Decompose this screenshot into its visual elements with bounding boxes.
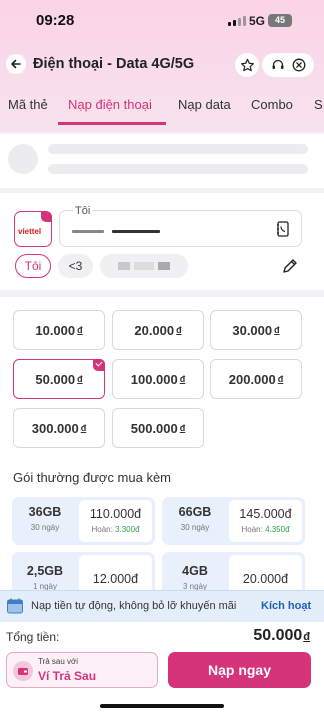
tab-ma-the[interactable]: Mã thẻ [8,97,48,112]
viettel-logo[interactable]: viettel [14,211,52,247]
chip-masked[interactable] [100,254,188,278]
tab-combo[interactable]: Combo [251,97,293,112]
masked-number [72,230,104,233]
phone-number-input[interactable] [59,210,302,247]
amount-option[interactable]: 500.000 đ [112,408,204,448]
wallet-icon [13,661,33,681]
amount-value: 100.000 [130,371,178,387]
amount-value: 300.000 [31,420,79,436]
amount-value: 200.000 [228,371,276,387]
calendar-icon [7,598,23,614]
battery-icon: 45 [268,14,292,27]
amount-option[interactable]: 30.000 đ [210,310,302,350]
package-data: 2,5GB [26,564,64,578]
home-indicator [100,704,224,708]
recharge-now-button[interactable]: Nạp ngay [168,652,311,688]
amount-value: 10.000 [35,322,76,338]
package-price-box: 145.000đ Hoàn: 4.350đ [229,500,302,542]
skeleton-avatar [8,144,38,174]
package-price: 145.000đ [239,507,292,521]
package-card[interactable]: 36GB 30 ngày 110.000đ Hoàn: 3.300đ [12,497,155,545]
currency-unit: đ [77,325,83,335]
edit-icon[interactable] [281,257,299,275]
currency-unit: đ [77,374,83,384]
package-data: 36GB [28,505,62,519]
check-icon [41,211,52,222]
amount-option-selected[interactable]: 50.000 đ [13,359,105,399]
signal-icon [228,16,246,26]
amount-value: 20.000 [134,322,175,338]
package-card[interactable]: 2,5GB 1 ngày 12.000đ [12,552,155,590]
chip-self[interactable]: Tôi [15,254,51,278]
skeleton-line [48,144,308,154]
chip-other[interactable]: <3 [58,254,93,278]
wallet-caption: Trả sau với [38,657,79,666]
package-data: 66GB [178,505,212,519]
package-price: 20.000đ [242,572,289,586]
loading-card [0,134,324,188]
promo-text: Nạp tiền tự động, không bỏ lỡ khuyến mãi [31,600,237,612]
package-days: 1 ngày [32,582,58,590]
package-cashback: Hoàn: 4.350đ [241,525,290,534]
package-data: 4GB [182,564,208,578]
package-price-box: 110.000đ Hoàn: 3.300đ [79,500,152,542]
total-value: 50.000đ [253,627,310,644]
tab-bar: Mã thẻ Nạp điện thoại Nạp data Combo S [0,86,324,126]
status-time: 09:28 [36,12,75,29]
package-days: 3 ngày [182,582,208,590]
promo-banner: Nạp tiền tự động, không bỏ lỡ khuyến mãi… [0,590,324,622]
package-card[interactable]: 4GB 3 ngày 20.000đ [162,552,305,590]
amount-value: 50.000 [35,371,76,387]
amount-value: 500.000 [130,420,178,436]
network-label: 5G [249,14,266,28]
star-icon [240,58,254,71]
package-card[interactable]: 66GB 30 ngày 145.000đ Hoàn: 4.350đ [162,497,305,545]
amount-option[interactable]: 200.000 đ [210,359,302,399]
active-tab-indicator [58,122,166,125]
amount-option[interactable]: 100.000 đ [112,359,204,399]
currency-unit: đ [179,423,186,433]
tab-nap-data[interactable]: Nạp data [178,97,231,112]
currency-unit: đ [80,423,87,433]
package-days: 30 ngày [30,523,60,532]
activate-link[interactable]: Kích hoạt [261,600,311,612]
amount-option[interactable]: 10.000 đ [13,310,105,350]
contacts-icon[interactable] [276,221,290,237]
favorite-button[interactable] [235,53,259,77]
back-button[interactable] [6,54,26,74]
status-bar: 09:28 5G 45 [0,12,324,32]
support-icon[interactable] [271,58,285,72]
phone-field-label: Tôi [73,205,93,217]
currency-unit: đ [274,325,280,335]
navigation-bar: Điện thoại - Data 4G/5G [0,50,324,80]
check-icon [93,359,105,371]
masked-number [112,230,160,233]
carrier-logo-text: viettel [18,227,42,236]
amount-option[interactable]: 20.000 đ [112,310,204,350]
close-icon[interactable] [292,58,306,72]
package-price-box: 20.000đ [229,555,302,590]
package-price: 12.000đ [92,572,139,586]
amount-option[interactable]: 300.000 đ [13,408,105,448]
header-actions [262,53,314,77]
packages-title: Gói thường được mua kèm [13,470,172,485]
wallet-name: Ví Trả Sau [38,669,97,683]
arrow-left-icon [11,59,21,69]
currency-unit: đ [179,374,186,384]
tab-nap-dien-thoai[interactable]: Nạp điện thoại [68,97,152,112]
currency-unit: đ [176,325,182,335]
page-title: Điện thoại - Data 4G/5G [33,56,195,72]
skeleton-line [48,164,308,174]
package-price: 110.000đ [89,507,142,521]
amount-value: 30.000 [232,322,273,338]
tab-more[interactable]: S [314,97,323,112]
total-label: Tổng tiền: [6,630,60,644]
package-price-box: 12.000đ [79,555,152,590]
wallet-selector[interactable]: Trả sau với Ví Trả Sau [6,652,158,688]
package-cashback: Hoàn: 3.300đ [91,525,140,534]
currency-unit: đ [277,374,284,384]
package-days: 30 ngày [180,523,210,532]
